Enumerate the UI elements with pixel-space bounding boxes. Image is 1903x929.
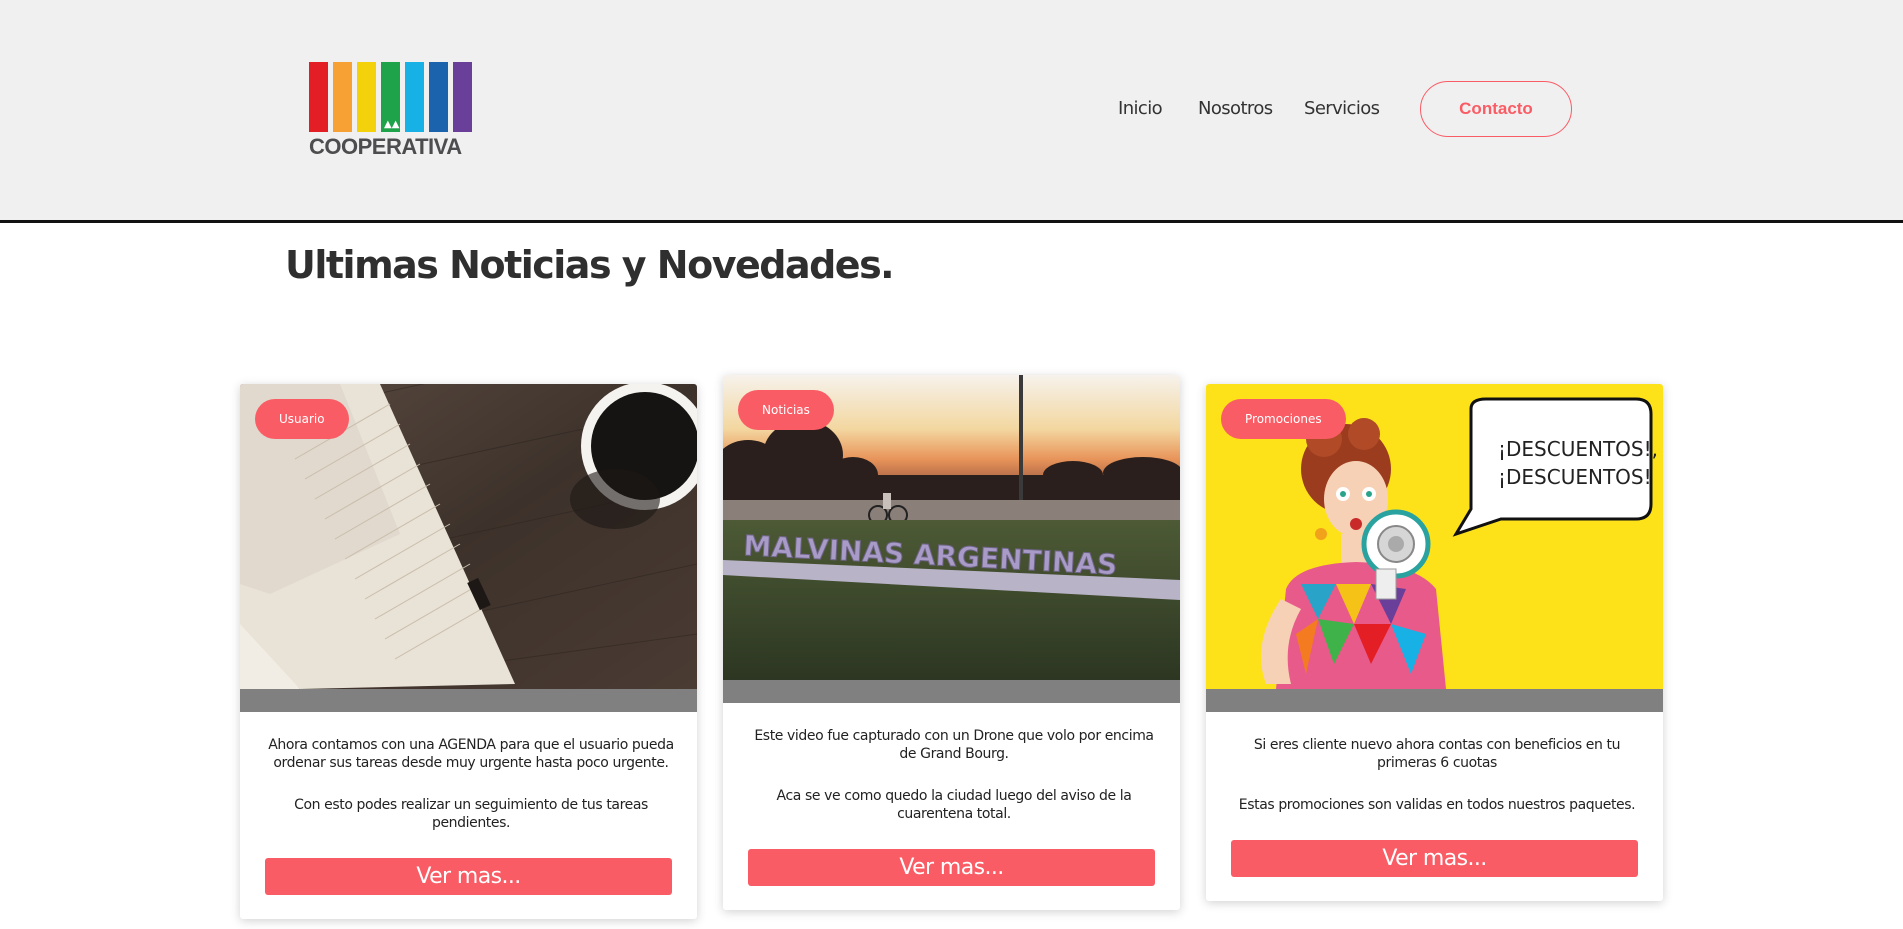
- card-body: Si eres cliente nuevo ahora contas con b…: [1206, 712, 1663, 901]
- card-strip: [1206, 689, 1663, 712]
- nav-item-inicio[interactable]: Inicio: [1118, 98, 1163, 119]
- nav-item-servicios[interactable]: Servicios: [1304, 98, 1380, 119]
- ver-mas-button[interactable]: Ver mas...: [748, 849, 1155, 886]
- category-badge[interactable]: Noticias: [738, 390, 834, 430]
- category-badge[interactable]: Usuario: [255, 399, 349, 439]
- card-body: Ahora contamos con una AGENDA para que e…: [240, 712, 697, 919]
- bubble-line: ¡DESCUENTOS!,: [1498, 437, 1658, 461]
- contact-button[interactable]: Contacto: [1420, 81, 1572, 137]
- card-paragraph: Estas promociones son validas en todos n…: [1238, 797, 1636, 813]
- logo-bar: [453, 62, 472, 132]
- news-card-noticias: MALVINAS ARGENTINAS Noticias Este video …: [723, 375, 1180, 910]
- news-card-usuario: Usuario Ahora contamos con una AGENDA pa…: [240, 384, 697, 919]
- logo-wordmark: COOPERATIVA: [309, 134, 462, 159]
- bubble-line: ¡DESCUENTOS!: [1498, 465, 1652, 489]
- card-strip: [723, 680, 1180, 703]
- card-body: Este video fue capturado con un Drone qu…: [723, 703, 1180, 910]
- logo-bar: [333, 62, 352, 132]
- card-image-malvinas: MALVINAS ARGENTINAS Noticias: [723, 375, 1180, 680]
- cooperativa-logo[interactable]: ▲▲ COOPERATIVA: [309, 62, 481, 159]
- ver-mas-button[interactable]: Ver mas...: [265, 858, 672, 895]
- card-paragraph: Aca se ve como quedo la ciudad luego del…: [776, 788, 1132, 822]
- news-card-promociones: ¡DESCUENTOS!, ¡DESCUENTOS! Promociones S…: [1206, 384, 1663, 901]
- nav-item-nosotros[interactable]: Nosotros: [1198, 98, 1273, 119]
- logo-bar: [405, 62, 424, 132]
- site-header: ▲▲ COOPERATIVA Inicio Nosotros Servicios…: [0, 0, 1903, 223]
- card-paragraph: Con esto podes realizar un seguimiento d…: [294, 797, 648, 831]
- logo-color-bars: ▲▲: [309, 62, 481, 132]
- logo-bar: [309, 62, 328, 132]
- section-title: Ultimas Noticias y Novedades.: [285, 243, 895, 287]
- logo-bar: [357, 62, 376, 132]
- card-paragraph: Ahora contamos con una AGENDA para que e…: [268, 737, 674, 771]
- card-strip: [240, 689, 697, 712]
- pine-trees-icon: ▲▲: [384, 119, 400, 130]
- card-paragraph: Si eres cliente nuevo ahora contas con b…: [1253, 737, 1621, 771]
- ver-mas-button[interactable]: Ver mas...: [1231, 840, 1638, 877]
- logo-bar: [429, 62, 448, 132]
- card-image-notebook: Usuario: [240, 384, 697, 689]
- card-image-promo: ¡DESCUENTOS!, ¡DESCUENTOS! Promociones: [1206, 384, 1663, 689]
- card-paragraph: Este video fue capturado con un Drone qu…: [754, 728, 1154, 762]
- logo-bar: ▲▲: [381, 62, 400, 132]
- category-badge[interactable]: Promociones: [1221, 399, 1346, 439]
